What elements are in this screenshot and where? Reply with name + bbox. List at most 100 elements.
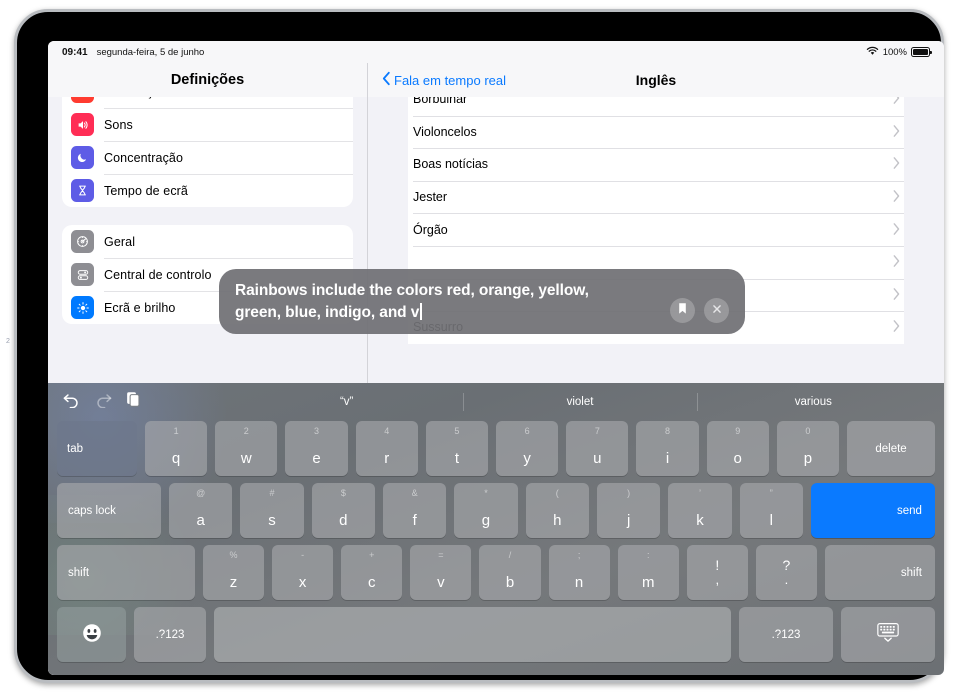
prediction-3[interactable]: various xyxy=(696,391,930,413)
key-z[interactable]: % z xyxy=(203,545,265,600)
key-label: y xyxy=(523,450,531,467)
table-row[interactable]: Órgão xyxy=(408,213,904,246)
key-label: u xyxy=(593,450,602,467)
key-alt-label: 4 xyxy=(384,426,390,436)
key-question-period[interactable]: ?. xyxy=(755,545,817,600)
key-label: ? xyxy=(782,557,791,574)
redo-arrow-icon[interactable] xyxy=(94,392,113,413)
key-spacebar[interactable] xyxy=(214,607,731,662)
undo-arrow-icon[interactable] xyxy=(62,392,81,413)
key-label: o xyxy=(733,450,742,467)
key-label: k xyxy=(696,512,704,529)
key-shift-left[interactable]: shift xyxy=(57,545,195,600)
key-caps-lock[interactable]: caps lock xyxy=(57,483,161,538)
key-delete[interactable]: delete xyxy=(847,421,936,476)
key-i[interactable]: 8i xyxy=(636,421,699,476)
live-speech-text-wrapper: Rainbows include the colors red, orange,… xyxy=(235,280,635,324)
detail-nav-bar: Fala em tempo real Inglês xyxy=(368,63,944,97)
key-alt-label: ( xyxy=(555,488,559,498)
key-r[interactable]: 4r xyxy=(355,421,418,476)
key-label: h xyxy=(553,512,562,529)
chevron-right-icon xyxy=(893,255,900,269)
close-button[interactable] xyxy=(704,298,729,323)
key-c[interactable]: + c xyxy=(341,545,403,600)
key-p[interactable]: 0p xyxy=(776,421,840,476)
edge-marker: 2 xyxy=(6,338,10,345)
key-alt-label: 7 xyxy=(594,426,600,436)
key-m[interactable]: :m xyxy=(617,545,679,600)
key-numbers-left[interactable]: .?123 xyxy=(134,607,206,662)
live-speech-bubble[interactable]: Rainbows include the colors red, orange,… xyxy=(219,269,745,334)
key-x[interactable]: -x xyxy=(272,545,334,600)
general-gear-icon xyxy=(71,230,94,253)
row-label: Órgão xyxy=(413,222,448,237)
prediction-1[interactable]: “v” xyxy=(230,391,463,413)
key-n[interactable]: ; n xyxy=(548,545,610,600)
key-j[interactable]: ) j xyxy=(596,483,661,538)
key-u[interactable]: 7u xyxy=(566,421,629,476)
key-k[interactable]: ’ k xyxy=(668,483,732,538)
battery-percent-label: 100% xyxy=(882,46,907,58)
close-x-icon xyxy=(711,302,723,320)
key-alt-label: @ xyxy=(196,488,206,498)
key-q[interactable]: 1q xyxy=(145,421,208,476)
key-label: n xyxy=(574,574,584,591)
row-label: Boas notícias xyxy=(413,157,489,172)
battery-full-icon xyxy=(911,47,932,57)
key-h[interactable]: (h xyxy=(525,483,589,538)
key-a[interactable]: @ a xyxy=(169,483,233,538)
sidebar-item-tempo-de-ecra[interactable]: Tempo de ecrã xyxy=(62,174,353,207)
key-g[interactable]: * g xyxy=(454,483,518,538)
key-dismiss-keyboard[interactable] xyxy=(841,607,935,662)
key-send[interactable]: send xyxy=(810,483,935,538)
key-shift-right[interactable]: shift xyxy=(824,545,935,600)
key-alt-label: 1 xyxy=(173,426,179,436)
bubble-action-group xyxy=(670,298,729,323)
keyboard-row-3: shift % z -x + c = v / b ; n :m !, ?. shift xyxy=(48,545,944,600)
table-row[interactable]: Boas notícias xyxy=(408,148,904,181)
key-w[interactable]: 2w xyxy=(215,421,278,476)
key-label: c xyxy=(368,574,376,591)
on-screen-keyboard: “v” violet various tab 1q 2w 3e 4r 5t 6y… xyxy=(48,383,944,675)
sidebar-item-sons[interactable]: Sons xyxy=(62,108,353,141)
sound-icon xyxy=(71,113,94,136)
key-t[interactable]: 5t xyxy=(425,421,489,476)
key-emoji[interactable] xyxy=(57,607,126,662)
sidebar-item-concentracao[interactable]: Concentração xyxy=(62,141,353,174)
keyboard-row-4: .?123 .?123 xyxy=(48,607,944,662)
key-b[interactable]: / b xyxy=(479,545,541,600)
emoji-smiley-icon xyxy=(81,622,103,648)
bookmark-button[interactable] xyxy=(670,298,695,323)
key-label: g xyxy=(481,512,491,529)
key-l[interactable]: ” l xyxy=(739,483,803,538)
key-s[interactable]: # s xyxy=(240,483,304,538)
status-time: 09:41 xyxy=(62,46,88,58)
paste-clipboard-icon[interactable] xyxy=(126,391,141,413)
key-label: i xyxy=(665,450,670,467)
key-label: tab xyxy=(67,442,83,455)
back-button[interactable]: Fala em tempo real xyxy=(382,71,506,89)
key-d[interactable]: $ d xyxy=(311,483,375,538)
prediction-2[interactable]: violet xyxy=(463,391,696,413)
key-exclam-comma[interactable]: !, xyxy=(686,545,748,600)
key-alt-label: : xyxy=(646,550,650,560)
key-label: x xyxy=(298,574,307,591)
key-label: q xyxy=(171,450,181,467)
table-row[interactable]: Violoncelos xyxy=(408,115,904,149)
key-v[interactable]: = v xyxy=(410,545,472,600)
key-f[interactable]: & f xyxy=(382,483,447,538)
key-alt-label: ) xyxy=(627,488,631,498)
sidebar-item-geral[interactable]: Geral xyxy=(62,225,353,258)
text-caret xyxy=(420,303,422,320)
key-alt-label: / xyxy=(508,550,512,560)
key-o[interactable]: 9o xyxy=(706,421,769,476)
key-e[interactable]: 3e xyxy=(285,421,348,476)
key-label: d xyxy=(339,512,348,529)
keyboard-row-1: tab 1q 2w 3e 4r 5t 6y 7u 8i 9o 0p delete xyxy=(48,421,944,476)
key-numbers-right[interactable]: .?123 xyxy=(739,607,833,662)
key-tab[interactable]: tab xyxy=(57,421,137,476)
table-row[interactable]: Jester xyxy=(408,180,904,214)
key-y[interactable]: 6y xyxy=(496,421,559,476)
key-label: b xyxy=(505,574,515,591)
key-label: v xyxy=(437,574,445,591)
